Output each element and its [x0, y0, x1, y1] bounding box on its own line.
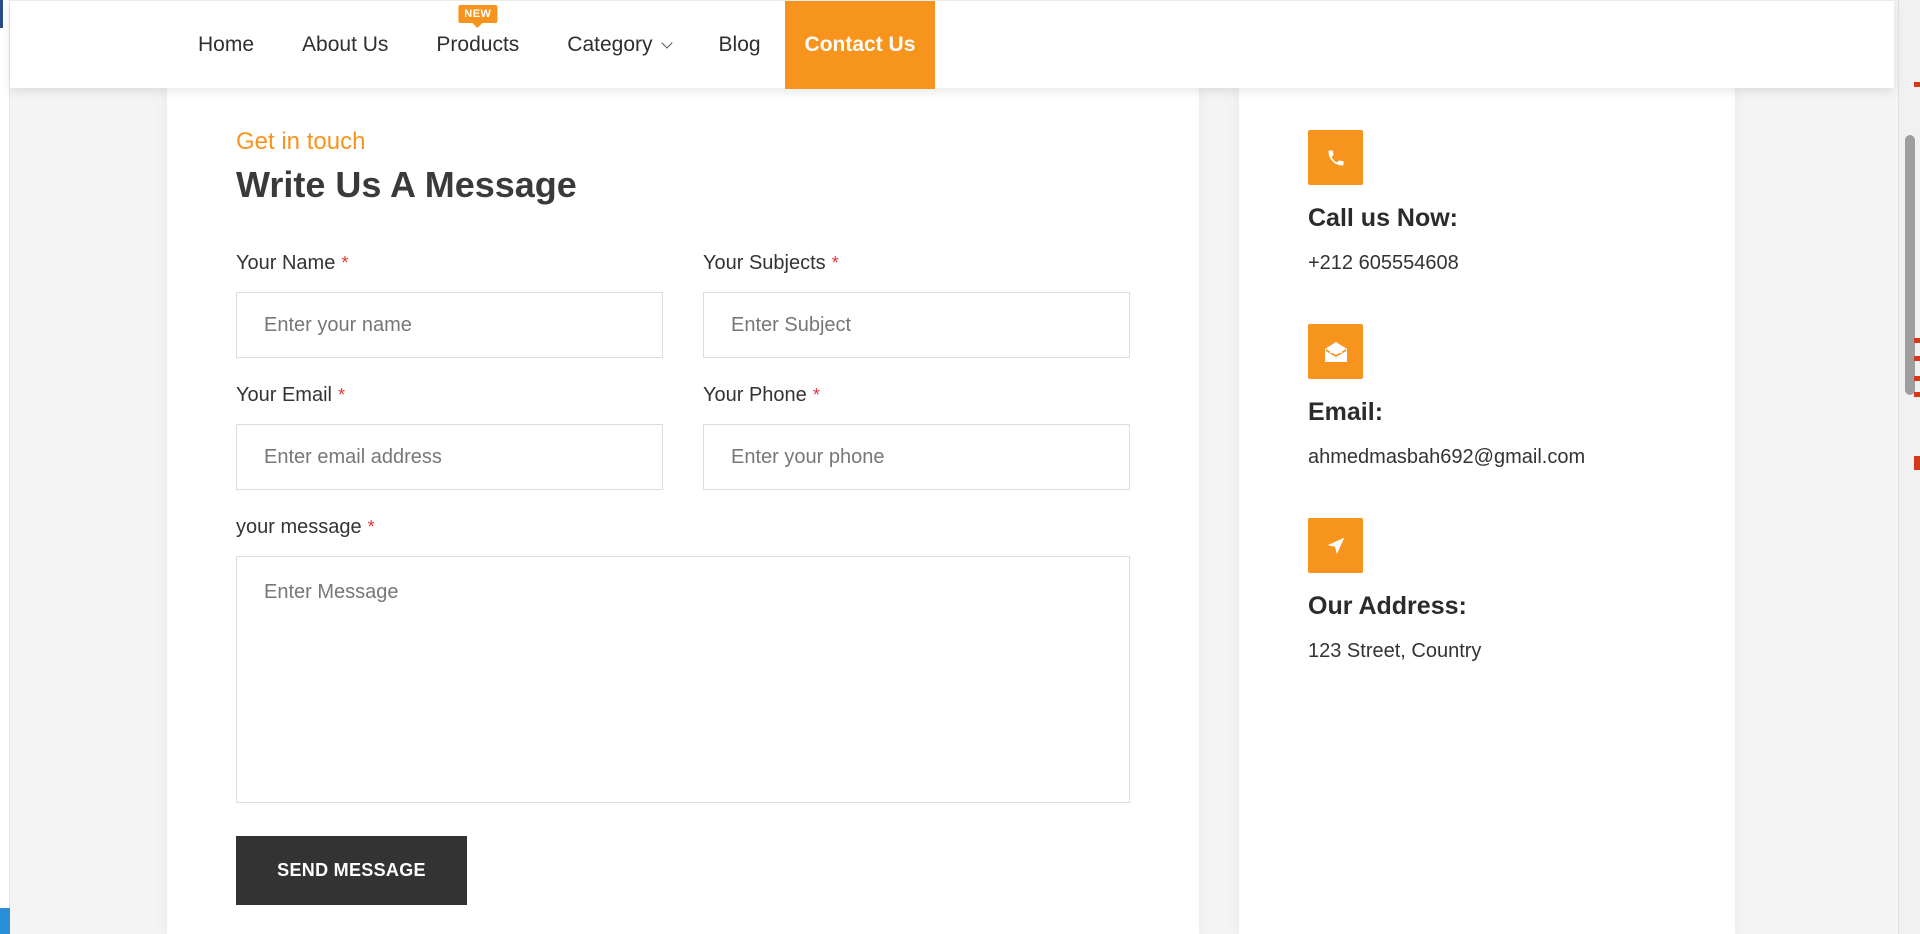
section-eyebrow: Get in touch	[236, 128, 366, 155]
left-edge	[0, 0, 10, 934]
name-label: Your Name *	[236, 252, 348, 275]
subject-input[interactable]	[703, 292, 1130, 358]
required-mark: *	[831, 253, 839, 273]
address-title: Our Address:	[1308, 592, 1467, 620]
nav-item-label: Contact Us	[804, 33, 916, 56]
email-input[interactable]	[236, 424, 663, 490]
main-navbar: Home About Us NEW Products Category Blog…	[10, 0, 1894, 89]
nav-item-label: Blog	[718, 33, 761, 56]
required-mark: *	[337, 385, 345, 405]
nav-item-about-us[interactable]: About Us	[278, 1, 412, 89]
subject-label-text: Your Subjects	[703, 252, 826, 274]
name-input[interactable]	[236, 292, 663, 358]
nav-item-blog[interactable]: Blog	[695, 1, 785, 89]
left-edge-marker	[0, 0, 3, 28]
new-badge: NEW	[458, 5, 498, 23]
nav-item-home[interactable]: Home	[178, 1, 278, 89]
nav-item-label: Home	[198, 33, 255, 56]
required-mark: *	[367, 517, 375, 537]
message-textarea[interactable]	[236, 556, 1130, 803]
envelope-open-icon	[1308, 324, 1363, 379]
address-value: 123 Street, Country	[1308, 640, 1482, 662]
required-mark: *	[341, 253, 349, 273]
nav-item-label: About Us	[302, 33, 389, 56]
chevron-down-icon	[660, 36, 673, 49]
email-label: Your Email *	[236, 384, 345, 407]
phone-number: +212 605554608	[1308, 252, 1459, 274]
phone-label-text: Your Phone	[703, 384, 807, 406]
email-label-text: Your Email	[236, 384, 332, 406]
subject-label: Your Subjects *	[703, 252, 839, 275]
message-label-text: your message	[236, 516, 362, 538]
page: Home About Us NEW Products Category Blog…	[0, 0, 1920, 934]
phone-input[interactable]	[703, 424, 1130, 490]
message-label: your message *	[236, 516, 375, 539]
phone-icon	[1308, 130, 1363, 185]
name-label-text: Your Name	[236, 252, 336, 274]
required-mark: *	[812, 385, 820, 405]
nav-item-contact-us[interactable]: Contact Us	[784, 1, 936, 89]
nav-item-label: Category	[567, 33, 653, 56]
send-message-button[interactable]: SEND MESSAGE	[236, 836, 467, 905]
nav-menu: Home About Us NEW Products Category Blog…	[178, 1, 936, 89]
email-address: ahmedmasbah692@gmail.com	[1308, 446, 1586, 468]
nav-item-products[interactable]: NEW Products	[412, 1, 543, 89]
location-arrow-icon	[1308, 518, 1363, 573]
call-us-title: Call us Now:	[1308, 204, 1459, 232]
contact-info-card: Call us Now: +212 605554608 Email: ahmed…	[1239, 80, 1735, 934]
form-heading: Write Us A Message	[236, 164, 577, 205]
nav-item-label: Products	[436, 33, 520, 56]
contact-form-card: Get in touch Write Us A Message Your Nam…	[167, 80, 1199, 934]
left-edge-marker-bottom	[0, 908, 10, 934]
phone-label: Your Phone *	[703, 384, 820, 407]
email-title: Email:	[1308, 398, 1384, 426]
scrollbar-markers	[1914, 0, 1920, 934]
nav-item-category[interactable]: Category	[543, 1, 694, 89]
